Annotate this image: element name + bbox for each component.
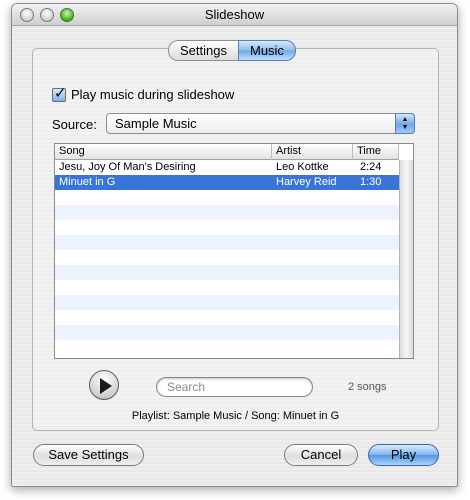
header-corner (399, 144, 413, 160)
cell-time: 2:24 (360, 161, 382, 173)
window-title: Slideshow (204, 7, 265, 22)
empty-row (55, 325, 399, 340)
tab-music[interactable]: Music (237, 40, 296, 61)
playlist-status: Playlist: Sample Music / Song: Minuet in… (131, 410, 340, 422)
empty-row (55, 205, 399, 220)
table-row[interactable]: Jesu, Joy Of Man's Desiring Leo Kottke 2… (55, 160, 399, 175)
empty-row (55, 235, 399, 250)
source-selected-value: Sample Music (115, 116, 197, 131)
empty-row (55, 220, 399, 235)
tab-bar: Settings Music (168, 40, 296, 61)
empty-row (55, 250, 399, 265)
select-arrows-icon: ▲ ▼ (395, 113, 415, 134)
cell-time: 1:30 (360, 176, 382, 188)
column-header-song[interactable]: Song (55, 144, 272, 160)
cell-artist: Harvey Reid (276, 176, 337, 188)
empty-row (55, 340, 399, 355)
play-button[interactable]: Play (368, 444, 439, 466)
save-settings-button[interactable]: Save Settings (33, 444, 144, 466)
empty-row (55, 280, 399, 295)
checkmark-icon: ✓ (54, 84, 67, 102)
song-table: Song Artist Time Jesu, Joy Of Man's Desi… (54, 143, 414, 359)
cancel-button[interactable]: Cancel (284, 444, 358, 466)
table-header: Song Artist Time (55, 144, 399, 160)
empty-row (55, 190, 399, 205)
column-header-artist[interactable]: Artist (272, 144, 353, 160)
tab-settings[interactable]: Settings (168, 40, 238, 61)
empty-row (55, 265, 399, 280)
cell-song: Minuet in G (59, 176, 116, 188)
empty-row (55, 295, 399, 310)
cell-song: Jesu, Joy Of Man's Desiring (59, 161, 196, 173)
preview-play-button[interactable] (89, 370, 119, 400)
search-input[interactable] (156, 377, 313, 397)
source-select[interactable]: Sample Music ▲ ▼ (106, 113, 415, 134)
table-rows: Jesu, Joy Of Man's Desiring Leo Kottke 2… (55, 160, 399, 355)
column-header-time[interactable]: Time (353, 144, 399, 160)
table-row-selected[interactable]: Minuet in G Harvey Reid 1:30 (55, 175, 399, 190)
table-scrollbar[interactable] (399, 160, 413, 358)
play-icon (100, 378, 112, 394)
cell-artist: Leo Kottke (276, 161, 329, 173)
play-music-label: Play music during slideshow (71, 87, 235, 102)
play-music-option[interactable]: ✓ Play music during slideshow (52, 85, 235, 102)
empty-row (55, 310, 399, 325)
source-label: Source: (52, 117, 97, 132)
slideshow-window: Slideshow Settings Music ✓ Play music du… (11, 3, 458, 487)
title-bar[interactable]: Slideshow (12, 4, 457, 26)
play-music-checkbox[interactable]: ✓ (52, 85, 67, 102)
song-count: 2 songs (348, 381, 387, 393)
